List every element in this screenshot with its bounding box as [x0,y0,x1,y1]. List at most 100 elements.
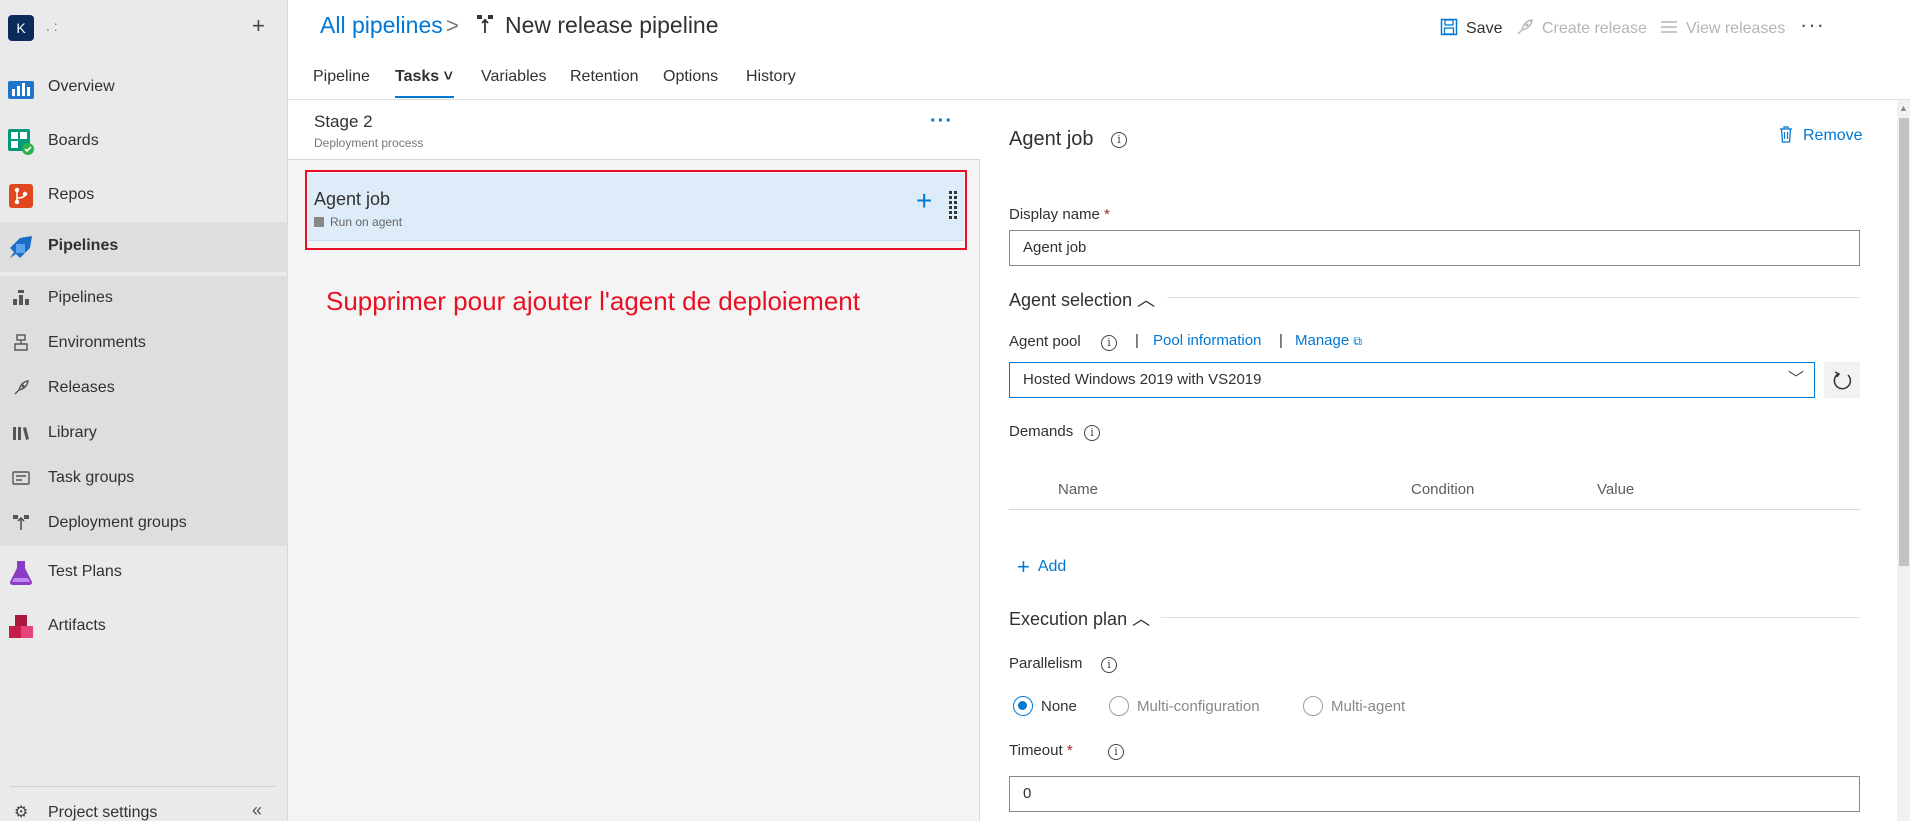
annotation-text: Supprimer pour ajouter l'agent de deploi… [326,286,860,316]
sidebar-item-label: Pipelines [48,237,119,254]
pool-information-link[interactable]: Pool information [1153,332,1261,349]
repos-icon [9,184,33,208]
radio-multi-configuration[interactable]: Multi-configuration [1109,696,1260,716]
tab-tasks[interactable]: Tasks ˅ [395,68,453,86]
artifacts-icon [9,615,33,638]
rocket-icon [14,380,29,395]
pipelines-icon [10,236,32,258]
create-release-label: Create release [1542,20,1647,37]
info-icon[interactable]: i [1101,335,1117,351]
collapse-sidebar-icon[interactable]: « [252,800,262,821]
table-divider [1009,509,1860,510]
environments-icon [14,334,28,351]
sidebar-item-label: Repos [48,186,95,203]
stage-tasks-panel: Stage 2 Deployment process ··· Agent job… [288,100,980,821]
sidebar-item-label: Boards [48,132,99,149]
execution-plan-title[interactable]: Execution plan ︿ [1009,605,1150,631]
radio-multi-agent[interactable]: Multi-agent [1303,696,1405,716]
section-divider [1167,297,1860,298]
tab-variables[interactable]: Variables [481,68,547,86]
deployment-groups-icon [13,515,29,530]
sidebar-item-repos[interactable]: Repos [0,171,288,221]
scrollbar-thumb[interactable] [1899,118,1909,566]
demands-label: Demands [1009,423,1074,440]
sidebar-item-test-plans[interactable]: Test Plans [0,548,288,598]
stage-more-icon[interactable]: ··· [930,110,953,133]
plus-icon: + [1017,554,1030,579]
stage-header[interactable]: Stage 2 Deployment process ··· [288,100,980,160]
overview-icon [8,81,34,99]
org-row: K . : + [0,0,288,54]
add-demand-button[interactable]: + Add [1017,554,1066,580]
remove-button[interactable]: Remove [1779,126,1863,145]
release-pipeline-icon [477,15,493,33]
tab-retention[interactable]: Retention [570,68,639,86]
scroll-up-icon[interactable]: ▲ [1899,103,1908,113]
radio-button [1303,696,1323,716]
org-name[interactable]: . : [46,18,58,34]
sidebar-item-boards[interactable]: Boards [0,117,288,167]
project-settings[interactable]: ⚙ Project settings « [0,796,288,821]
sidebar-subitem-deployment-groups[interactable]: Deployment groups [0,501,288,546]
agent-selection-title[interactable]: Agent selection ︿ [1009,286,1155,312]
sidebar-subitem-task-groups[interactable]: Task groups [0,456,288,501]
new-project-button[interactable]: + [252,13,265,39]
chevron-up-icon: ︿ [1137,290,1156,310]
parallelism-label: Parallelism [1009,655,1083,672]
sidebar-item-label: Overview [48,78,115,95]
view-releases-label: View releases [1686,20,1786,37]
info-icon[interactable]: i [1108,744,1124,760]
sidebar-item-artifacts[interactable]: Artifacts [0,602,288,652]
display-name-input[interactable]: Agent job [1009,230,1860,266]
sidebar-subitem-releases[interactable]: Releases [0,366,288,411]
project-settings-label: Project settings [48,804,158,821]
manage-link[interactable]: Manage ⧉ [1295,332,1362,349]
breadcrumb-separator: > [446,13,459,38]
stage-name: Stage 2 [314,112,373,131]
org-avatar[interactable]: K [8,15,34,41]
sidebar-item-pipelines[interactable]: Pipelines [0,222,288,272]
agent-pool-label: Agent pool [1009,333,1081,350]
separator: | [1135,332,1139,349]
radio-none[interactable]: None [1013,696,1077,716]
sidebar-item-label: Releases [48,379,115,396]
refresh-button[interactable] [1824,362,1860,398]
save-label: Save [1466,20,1503,37]
column-header-value[interactable]: Value [1597,481,1634,498]
list-icon [1661,21,1677,33]
external-link-icon: ⧉ [1353,334,1362,348]
sidebar-item-label: Library [48,424,97,441]
view-releases-button[interactable]: View releases [1660,18,1785,38]
sidebar-item-label: Deployment groups [48,514,187,531]
create-release-button[interactable]: Create release [1516,18,1647,38]
info-icon[interactable]: i [1111,132,1127,148]
active-tab-indicator [395,96,454,98]
tab-options[interactable]: Options [663,68,718,86]
save-button[interactable]: Save [1440,18,1502,38]
sidebar-item-label: Pipelines [48,289,113,306]
breadcrumb-all-pipelines[interactable]: All pipelines [320,12,443,39]
job-details-panel: Agent job i Remove Display name * Agent … [981,100,1910,821]
sidebar-subitem-pipelines[interactable]: Pipelines [0,276,288,321]
sidebar-subitem-library[interactable]: Library [0,411,288,456]
radio-button [1013,696,1033,716]
tab-history[interactable]: History [746,68,796,86]
test-plans-icon [10,561,32,585]
info-icon[interactable]: i [1101,657,1117,673]
tab-pipeline[interactable]: Pipeline [313,68,370,86]
column-header-name[interactable]: Name [1058,481,1098,498]
timeout-input[interactable]: 0 [1009,776,1860,812]
more-actions-icon[interactable]: ··· [1800,12,1825,38]
radio-button [1109,696,1129,716]
sidebar-subitem-environments[interactable]: Environments [0,321,288,366]
sidebar-item-label: Environments [48,334,146,351]
info-icon[interactable]: i [1084,425,1100,441]
trash-icon [1780,126,1792,143]
column-header-condition[interactable]: Condition [1411,481,1474,498]
stage-subtitle: Deployment process [314,136,424,150]
gear-icon: ⚙ [14,804,29,821]
sidebar-item-overview[interactable]: Overview [0,63,288,113]
sidebar-item-label: Artifacts [48,617,106,634]
agent-pool-select[interactable]: Hosted Windows 2019 with VS2019 ﹀ [1009,362,1815,398]
task-groups-icon [12,471,30,485]
